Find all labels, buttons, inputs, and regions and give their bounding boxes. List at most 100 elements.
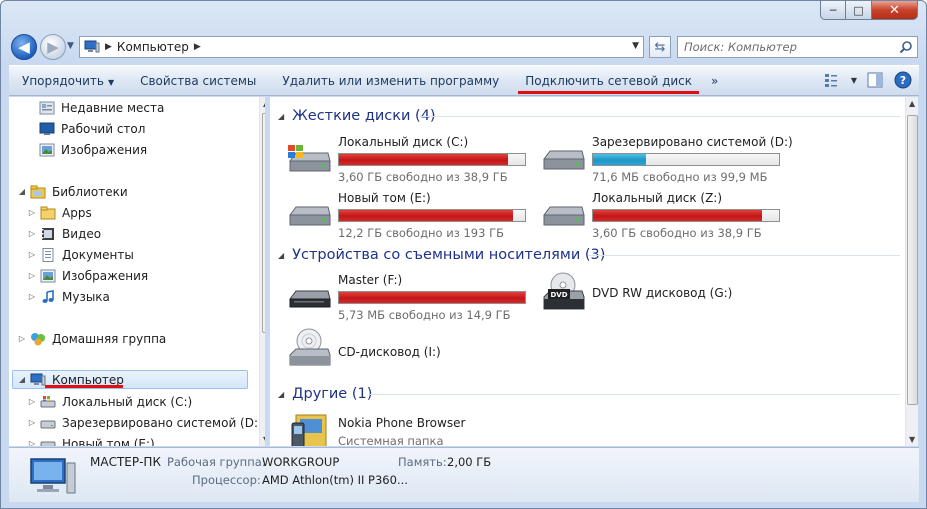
breadcrumb-computer[interactable]: Компьютер — [117, 40, 189, 54]
drive-item-z[interactable]: Локальный диск (Z:) 3,60 ГБ свободно из … — [540, 189, 790, 240]
dvd-label: DVD — [550, 291, 567, 299]
svg-text:?: ? — [900, 74, 906, 87]
drive-item-f[interactable]: Master (F:) 5,73 МБ свободно из 14,9 ГБ — [286, 271, 536, 322]
preview-pane-icon[interactable] — [865, 71, 885, 89]
command-bar: Упорядочить ▼ Свойства системы Удалить ил… — [9, 65, 919, 96]
navigation-scrollbar[interactable]: ▲ ▼ — [259, 97, 265, 446]
map-network-drive-button[interactable]: Подключить сетевой диск — [512, 74, 705, 94]
memory-value: 2,00 ГБ — [447, 455, 492, 469]
desktop-icon — [39, 122, 55, 135]
hard-drive-icon — [543, 206, 585, 226]
address-history-dropdown[interactable]: ▼ — [632, 41, 639, 51]
expand-arrow-icon[interactable]: ▷ — [27, 250, 37, 259]
computer-icon — [30, 458, 76, 494]
address-bar[interactable]: ▶ Компьютер ▶ ▼ — [79, 36, 644, 58]
view-dropdown-icon[interactable]: ▼ — [851, 76, 857, 85]
drive-item-e[interactable]: Новый том (E:) 12,2 ГБ свободно из 193 Г… — [286, 189, 536, 240]
other-item-nokia[interactable]: Nokia Phone Browser Системная папка — [286, 411, 536, 446]
drive-item-g[interactable]: DVD DVD RW дисковод (G:) — [540, 271, 790, 321]
expand-arrow-icon[interactable]: ▷ — [27, 208, 37, 217]
documents-icon — [42, 247, 54, 262]
expand-arrow-icon[interactable]: ▷ — [27, 418, 37, 427]
scrollbar-thumb[interactable] — [262, 113, 265, 333]
computer-name: МАСТЕР-ПК — [90, 455, 161, 469]
group-header-hard-disks[interactable]: ◢ Жесткие диски (4) — [274, 104, 436, 128]
sidebar-item-label: Недавние места — [61, 100, 165, 115]
scroll-up-icon[interactable]: ▲ — [909, 99, 915, 108]
collapse-arrow-icon[interactable]: ◢ — [17, 187, 27, 196]
drive-free-space: 3,60 ГБ свободно из 38,9 ГБ — [592, 226, 762, 240]
content-scrollbar[interactable]: ▲ ▼ — [905, 97, 918, 446]
expand-arrow-icon[interactable]: ▷ — [17, 334, 27, 343]
usb-drive-icon — [289, 290, 331, 308]
forward-button[interactable]: ▶ — [40, 34, 66, 60]
maximize-button[interactable]: □ — [846, 1, 872, 20]
drive-name: CD-дисковод (I:) — [338, 345, 441, 359]
sidebar-item-music[interactable]: ▷ Музыка — [27, 287, 110, 306]
scroll-down-icon[interactable]: ▼ — [909, 435, 915, 444]
more-commands-button[interactable]: » — [705, 74, 718, 88]
refresh-button[interactable]: ⇆ — [649, 36, 671, 58]
scrollbar-thumb[interactable] — [907, 115, 918, 405]
close-button[interactable]: ✕ — [872, 1, 918, 20]
drive-usage-bar — [592, 153, 780, 166]
uninstall-program-button[interactable]: Удалить или изменить программу — [269, 74, 512, 88]
details-pane: МАСТЕР-ПК Рабочая группа: WORKGROUP Памя… — [9, 447, 919, 502]
sidebar-item-libraries[interactable]: ◢ Библиотеки — [17, 182, 128, 201]
scroll-down-icon[interactable]: ▼ — [263, 435, 265, 444]
refresh-icon: ⇆ — [654, 39, 666, 55]
navigation-pane: Недавние места Рабочий стол Изображения … — [9, 97, 265, 446]
organize-label: Упорядочить — [22, 73, 104, 88]
organize-button[interactable]: Упорядочить ▼ — [9, 74, 127, 88]
libraries-icon — [30, 185, 46, 198]
computer-icon — [84, 40, 100, 53]
sidebar-item-video[interactable]: ▷ Видео — [27, 224, 101, 243]
windows-drive-icon — [288, 145, 331, 172]
expand-arrow-icon[interactable]: ▷ — [27, 229, 37, 238]
group-header-other[interactable]: ◢ Другие (1) — [274, 382, 372, 406]
drive-usage-fill — [339, 210, 514, 221]
recent-pages-dropdown[interactable]: ▼ — [67, 41, 74, 51]
homegroup-icon — [31, 332, 45, 345]
drive-item-i[interactable]: CD-дисковод (I:) — [286, 327, 536, 377]
sidebar-item-pictures-library[interactable]: ▷ Изображения — [27, 266, 148, 285]
expand-arrow-icon[interactable]: ▷ — [27, 271, 37, 280]
sidebar-item-desktop[interactable]: Рабочий стол — [39, 119, 145, 138]
scroll-up-icon[interactable]: ▲ — [263, 99, 265, 108]
sidebar-item-drive-d[interactable]: ▷ Зарезервировано системой (D:) — [27, 413, 263, 432]
group-title: Жесткие диски (4) — [292, 108, 436, 124]
sidebar-item-drive-e[interactable]: ▷ Новый том (E:) — [27, 434, 155, 446]
drive-usage-bar — [338, 291, 526, 304]
drive-usage-fill — [339, 154, 508, 165]
sidebar-item-documents[interactable]: ▷ Документы — [27, 245, 134, 264]
collapse-arrow-icon[interactable]: ◢ — [17, 375, 27, 384]
sidebar-item-recent-places[interactable]: Недавние места — [39, 98, 164, 117]
breadcrumb-separator[interactable]: ▶ — [105, 42, 112, 52]
collapse-group-icon[interactable]: ◢ — [278, 251, 284, 260]
help-icon[interactable]: ? — [893, 71, 913, 89]
sidebar-item-apps[interactable]: ▷ Apps — [27, 203, 92, 222]
collapse-group-icon[interactable]: ◢ — [278, 112, 284, 121]
expand-arrow-icon[interactable]: ▷ — [27, 397, 37, 406]
workgroup-value: WORKGROUP — [262, 455, 340, 469]
drive-name: Master (F:) — [338, 273, 403, 287]
sidebar-item-drive-c[interactable]: ▷ Локальный диск (C:) — [27, 392, 192, 411]
back-button[interactable]: ◀ — [11, 34, 37, 60]
drive-name: Новый том (E:) — [338, 191, 431, 205]
change-view-icon[interactable] — [823, 71, 843, 89]
search-icon[interactable] — [899, 40, 913, 54]
drive-item-d[interactable]: Зарезервировано системой (D:) 71,6 МБ св… — [540, 133, 793, 184]
drive-free-space: 12,2 ГБ свободно из 193 ГБ — [338, 226, 504, 240]
breadcrumb-separator[interactable]: ▶ — [194, 42, 201, 52]
group-header-removable[interactable]: ◢ Устройства со съемными носителями (3) — [274, 243, 605, 267]
expand-arrow-icon[interactable]: ▷ — [27, 292, 37, 301]
expand-arrow-icon[interactable]: ▷ — [27, 439, 37, 446]
collapse-group-icon[interactable]: ◢ — [278, 390, 284, 399]
sidebar-item-homegroup[interactable]: ▷ Домашняя группа — [17, 329, 166, 348]
system-properties-button[interactable]: Свойства системы — [127, 74, 269, 88]
sidebar-item-pictures[interactable]: Изображения — [39, 140, 147, 159]
drive-item-c[interactable]: Локальный диск (C:) 3,60 ГБ свободно из … — [286, 133, 536, 184]
search-box[interactable]: Поиск: Компьютер — [677, 36, 918, 58]
pictures-icon — [39, 143, 55, 156]
minimize-button[interactable]: ─ — [820, 1, 846, 20]
